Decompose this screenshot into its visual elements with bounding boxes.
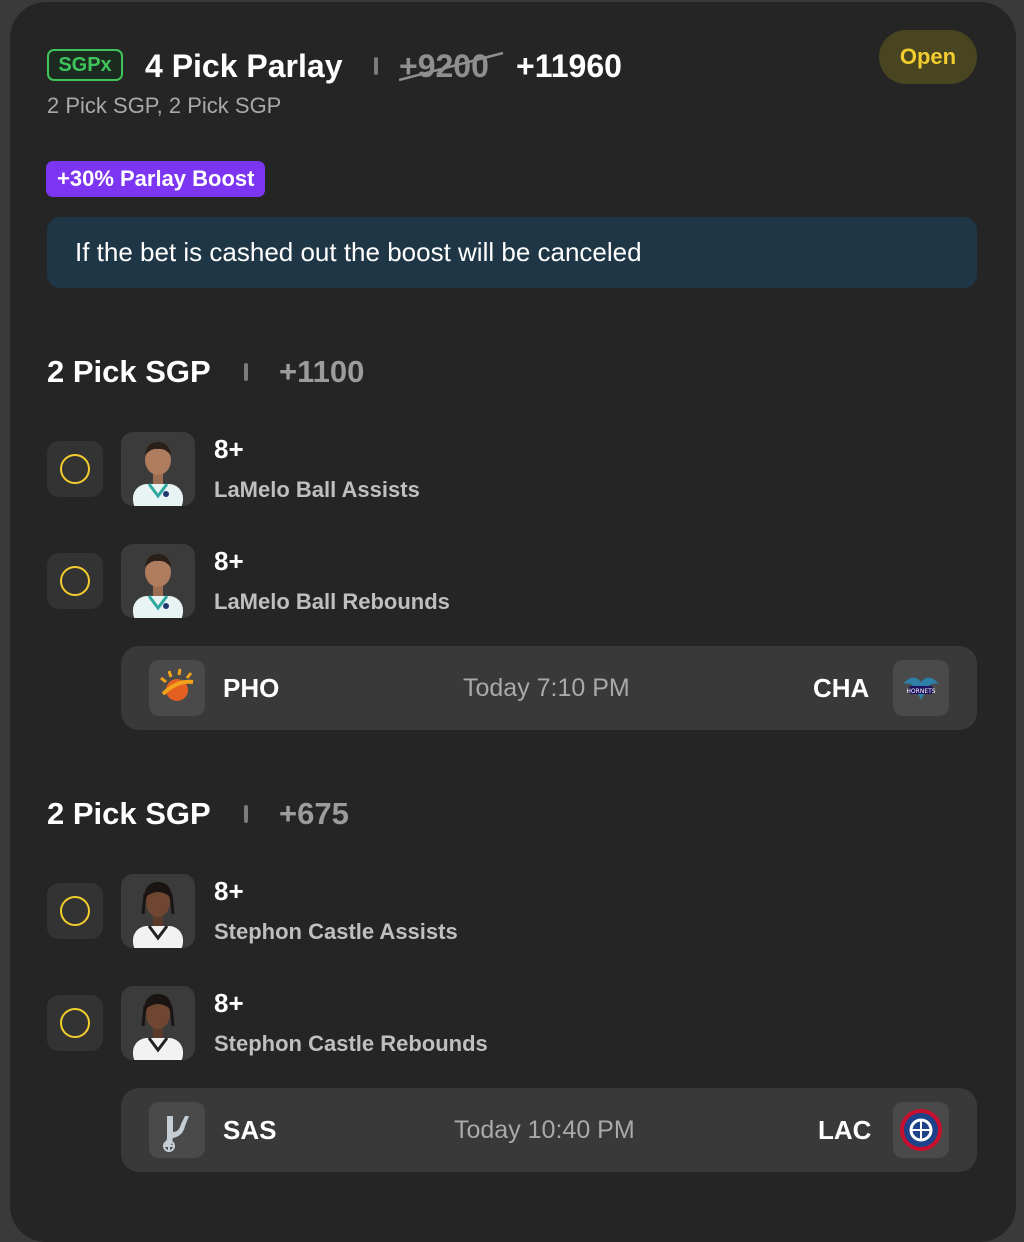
pick-label: Stephon Castle Assists — [214, 919, 458, 944]
pick-value: 8+ — [214, 988, 244, 1018]
lamelo-headshot-icon — [133, 554, 183, 618]
circle-outline-icon — [60, 454, 90, 484]
group-odds: +675 — [279, 796, 349, 831]
player-avatar — [121, 986, 195, 1060]
hornets-logo-icon: HORNETS — [893, 660, 949, 716]
title-divider — [374, 57, 378, 75]
pick-status — [47, 441, 103, 497]
castle-headshot-icon — [133, 994, 183, 1060]
player-avatar — [121, 544, 195, 618]
strikethrough-line — [399, 51, 504, 81]
home-team: CHA — [813, 673, 870, 703]
away-team: SAS — [223, 1115, 277, 1145]
spurs-logo-icon — [149, 1102, 205, 1158]
pick-value: 8+ — [214, 546, 244, 576]
group-divider — [244, 805, 248, 823]
group-divider — [244, 363, 248, 381]
status-badge: Open — [879, 30, 977, 84]
game-time: Today 7:10 PM — [463, 674, 630, 702]
boosted-odds: +11960 — [516, 48, 622, 84]
circle-outline-icon — [60, 566, 90, 596]
svg-text:HORNETS: HORNETS — [906, 688, 935, 695]
parlay-title: 4 Pick Parlay — [145, 48, 343, 84]
parlay-subtitle: 2 Pick SGP, 2 Pick SGP — [47, 93, 282, 118]
group-odds: +1100 — [279, 354, 365, 389]
group-title: 2 Pick SGP — [47, 354, 211, 389]
pick-status — [47, 883, 103, 939]
pick-value: 8+ — [214, 876, 244, 906]
group-title: 2 Pick SGP — [47, 796, 211, 831]
suns-logo-icon — [149, 660, 205, 716]
player-avatar — [121, 432, 195, 506]
pick-label: LaMelo Ball Rebounds — [214, 589, 450, 614]
circle-outline-icon — [60, 1008, 90, 1038]
player-avatar — [121, 874, 195, 948]
pick-label: Stephon Castle Rebounds — [214, 1031, 488, 1056]
clippers-logo-icon — [893, 1102, 949, 1158]
home-team: LAC — [818, 1115, 872, 1145]
lamelo-headshot-icon — [133, 442, 183, 506]
away-team: PHO — [223, 673, 280, 703]
game-matchup[interactable]: PHO Today 7:10 PM CHA HORNETS — [121, 646, 977, 730]
game-time: Today 10:40 PM — [454, 1116, 635, 1144]
circle-outline-icon — [60, 896, 90, 926]
sgpx-badge: SGPx — [47, 49, 123, 81]
pick-value: 8+ — [214, 434, 244, 464]
game-matchup[interactable]: SAS Today 10:40 PM LAC — [121, 1088, 977, 1172]
boost-notice: If the bet is cashed out the boost will … — [47, 217, 977, 288]
pick-status — [47, 553, 103, 609]
pick-status — [47, 995, 103, 1051]
castle-headshot-icon — [133, 882, 183, 948]
parlay-boost-badge: +30% Parlay Boost — [46, 161, 266, 197]
pick-label: LaMelo Ball Assists — [214, 477, 420, 502]
